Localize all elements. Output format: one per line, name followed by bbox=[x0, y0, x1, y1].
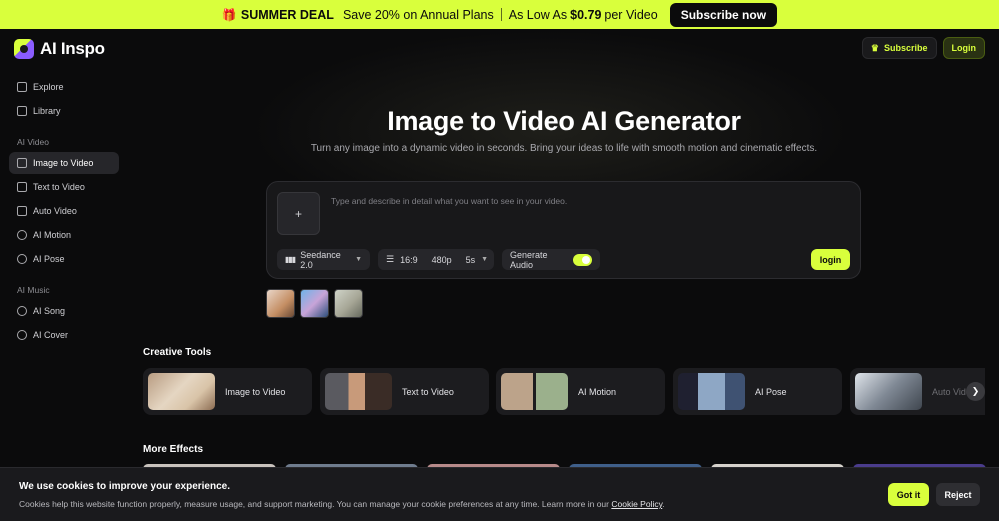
sidebar-item-text-to-video[interactable]: Text to Video bbox=[9, 176, 119, 198]
tool-card-auto-video[interactable]: Auto Video bbox=[850, 368, 985, 415]
model-value: Seedance 2.0 bbox=[300, 249, 341, 270]
sample-images bbox=[266, 289, 363, 318]
chevron-down-icon: ▼ bbox=[355, 256, 362, 263]
sample-image[interactable] bbox=[334, 289, 363, 318]
tool-thumbnail bbox=[678, 373, 745, 410]
promo-as-low-as: As Low As bbox=[508, 7, 568, 22]
promo-per: per Video bbox=[604, 7, 658, 22]
grid-icon bbox=[17, 82, 27, 92]
login-button[interactable]: Login bbox=[942, 37, 985, 59]
promo-banner: 🎁 SUMMER DEAL Save 20% on Annual Plans A… bbox=[0, 0, 999, 29]
motion-icon bbox=[17, 230, 27, 240]
sidebar-item-library[interactable]: Library bbox=[9, 100, 119, 122]
page-title: Image to Video AI Generator bbox=[387, 106, 741, 136]
logo[interactable]: AI Inspo bbox=[14, 39, 105, 59]
tool-label: AI Pose bbox=[755, 386, 787, 397]
sidebar-item-label: AI Cover bbox=[33, 330, 69, 340]
logo-icon bbox=[14, 39, 34, 59]
sidebar-item-label: Explore bbox=[33, 82, 64, 92]
bars-icon: ▮▮▮ bbox=[285, 255, 296, 264]
text-video-icon bbox=[17, 182, 27, 192]
sidebar-item-label: Text to Video bbox=[33, 182, 85, 192]
pose-icon bbox=[17, 254, 27, 264]
folder-icon bbox=[17, 106, 27, 116]
sliders-icon: ☰ bbox=[386, 254, 395, 264]
tool-label: AI Motion bbox=[578, 386, 617, 397]
cookie-end: . bbox=[662, 499, 665, 509]
sidebar-item-label: Library bbox=[33, 106, 61, 116]
tool-card-text-to-video[interactable]: Text to Video bbox=[320, 368, 489, 415]
tool-thumbnail bbox=[855, 373, 922, 410]
cookie-body: Cookies help this website function prope… bbox=[19, 499, 609, 509]
model-select[interactable]: ▮▮▮ Seedance 2.0 ▼ bbox=[277, 249, 370, 270]
cover-icon bbox=[17, 330, 27, 340]
tool-card-image-to-video[interactable]: Image to Video bbox=[143, 368, 312, 415]
generate-audio-label: Generate Audio bbox=[510, 249, 548, 270]
sidebar-item-label: AI Song bbox=[33, 306, 66, 316]
tool-thumbnail bbox=[501, 373, 568, 410]
sample-image[interactable] bbox=[300, 289, 329, 318]
sample-image[interactable] bbox=[266, 289, 295, 318]
cookie-title: We use cookies to improve your experienc… bbox=[19, 481, 231, 492]
prompt-composer: + Type and describe in detail what you w… bbox=[266, 181, 861, 279]
sidebar-item-explore[interactable]: Explore bbox=[9, 76, 119, 98]
page-subtitle: Turn any image into a dynamic video in s… bbox=[310, 143, 818, 154]
upload-image-button[interactable]: + bbox=[277, 192, 320, 235]
cookie-text: Cookies help this website function prope… bbox=[19, 499, 665, 509]
sidebar-section-ai-video: AI Video bbox=[17, 137, 49, 147]
sidebar-item-label: Image to Video bbox=[33, 158, 94, 168]
sidebar-item-label: AI Motion bbox=[33, 230, 72, 240]
subscribe-label: Subscribe bbox=[883, 43, 928, 53]
sidebar-item-auto-video[interactable]: Auto Video bbox=[9, 200, 119, 222]
cookie-banner: We use cookies to improve your experienc… bbox=[0, 467, 999, 521]
promo-offer: Save 20% on Annual Plans bbox=[342, 7, 494, 22]
logo-text: AI Inspo bbox=[40, 39, 105, 58]
tool-thumbnail bbox=[148, 373, 215, 410]
tool-card-ai-motion[interactable]: AI Motion bbox=[496, 368, 665, 415]
sidebar: Explore Library AI Video Image to Video … bbox=[9, 76, 119, 348]
auto-video-icon bbox=[17, 206, 27, 216]
accept-cookies-button[interactable]: Got it bbox=[888, 483, 929, 506]
tool-thumbnail bbox=[325, 373, 392, 410]
sidebar-item-ai-cover[interactable]: AI Cover bbox=[9, 324, 119, 346]
prompt-input[interactable]: Type and describe in detail what you wan… bbox=[331, 196, 567, 206]
more-effects-title: More Effects bbox=[143, 444, 204, 455]
generate-login-button[interactable]: login bbox=[811, 249, 850, 270]
sidebar-item-ai-motion[interactable]: AI Motion bbox=[9, 224, 119, 246]
generate-audio-toggle[interactable] bbox=[572, 253, 592, 266]
promo-divider bbox=[500, 8, 502, 21]
sidebar-section-ai-music: AI Music bbox=[17, 285, 50, 295]
sidebar-item-ai-pose[interactable]: AI Pose bbox=[9, 248, 119, 270]
tool-card-ai-pose[interactable]: AI Pose bbox=[673, 368, 842, 415]
image-video-icon bbox=[17, 158, 27, 168]
crown-icon: ♛ bbox=[870, 42, 879, 53]
duration-value: 5s bbox=[465, 254, 476, 265]
carousel-next-button[interactable]: ❯ bbox=[966, 382, 985, 401]
reject-cookies-button[interactable]: Reject bbox=[936, 483, 980, 506]
gift-icon: 🎁 bbox=[221, 7, 237, 22]
video-settings-select[interactable]: ☰ 16:9 480p 5s ▼ bbox=[378, 249, 494, 270]
header-actions: ♛ Subscribe Login bbox=[861, 37, 985, 59]
tool-label: Text to Video bbox=[402, 386, 454, 397]
sidebar-item-ai-song[interactable]: AI Song bbox=[9, 300, 119, 322]
subscribe-now-button[interactable]: Subscribe now bbox=[669, 2, 778, 27]
creative-tools-title: Creative Tools bbox=[143, 347, 212, 358]
sidebar-item-image-to-video[interactable]: Image to Video bbox=[9, 152, 119, 174]
promo-deal: SUMMER DEAL bbox=[240, 7, 334, 22]
tool-label: Image to Video bbox=[225, 386, 286, 397]
chevron-right-icon: ❯ bbox=[971, 386, 980, 396]
chevron-down-icon: ▼ bbox=[481, 256, 489, 263]
resolution-value: 480p bbox=[431, 254, 452, 265]
ratio-value: 16:9 bbox=[400, 254, 418, 265]
music-note-icon bbox=[17, 306, 27, 316]
promo-price: $0.79 bbox=[570, 7, 602, 22]
cookie-policy-link[interactable]: Cookie Policy bbox=[611, 499, 662, 509]
creative-tools-carousel: Image to Video Text to Video AI Motion A… bbox=[143, 368, 985, 415]
sidebar-item-label: AI Pose bbox=[33, 254, 65, 264]
sidebar-item-label: Auto Video bbox=[33, 206, 77, 216]
generate-audio-control: Generate Audio bbox=[502, 249, 600, 270]
subscribe-button[interactable]: ♛ Subscribe bbox=[861, 37, 937, 59]
